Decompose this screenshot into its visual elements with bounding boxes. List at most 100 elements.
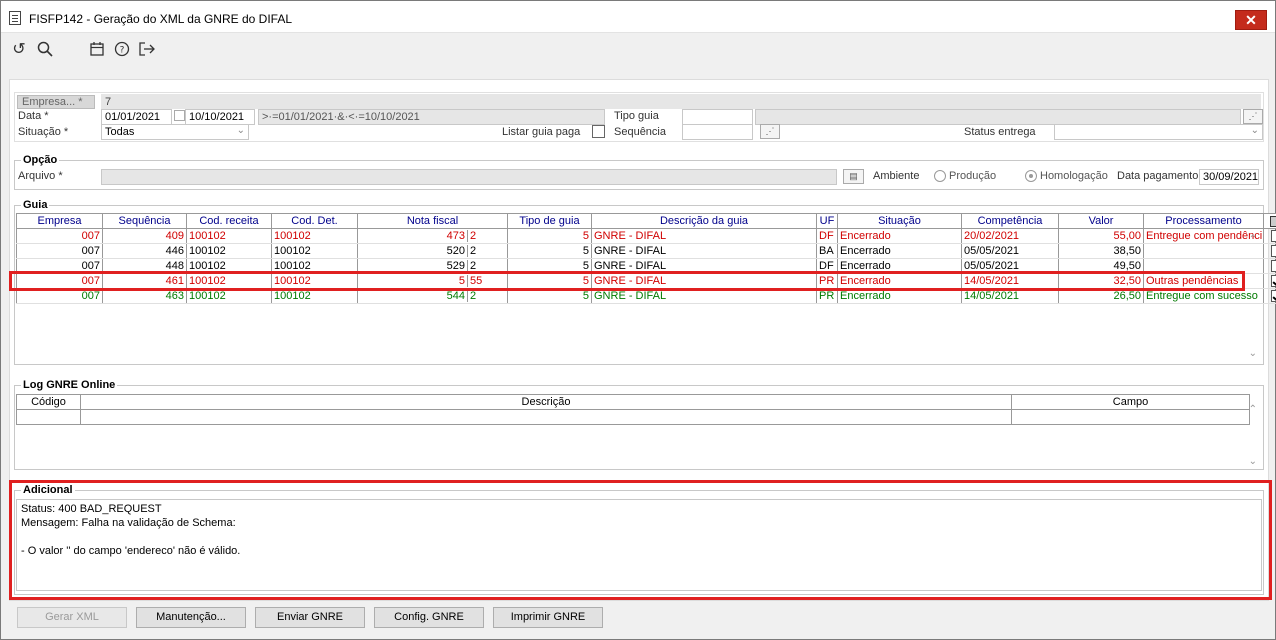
col-valor[interactable]: Valor <box>1058 213 1144 229</box>
col-campo[interactable]: Campo <box>1011 394 1250 410</box>
cell-cod-det: 100102 <box>271 228 358 244</box>
select-all-checkbox[interactable] <box>1269 215 1276 227</box>
tipo-guia-lookup-icon[interactable]: ⋰ <box>1243 109 1263 124</box>
col-cod-receita[interactable]: Cod. receita <box>186 213 272 229</box>
log-section: Log GNRE Online Código Descrição Campo ⌃… <box>14 379 1264 470</box>
imprimir-gnre-button[interactable]: Imprimir GNRE <box>493 607 603 628</box>
cell-select <box>1263 228 1276 244</box>
row-checkbox[interactable] <box>1270 275 1276 288</box>
log-legend: Log GNRE Online <box>21 379 118 391</box>
cell-nota-fiscal: 520 2 <box>357 243 508 259</box>
col-uf[interactable]: UF <box>816 213 838 229</box>
col-codigo[interactable]: Código <box>16 394 81 410</box>
data-separator-box <box>174 110 185 121</box>
cell-valor: 55,00 <box>1058 228 1144 244</box>
table-row[interactable]: 007 446 100102 100102 520 2 5 GNRE - DIFAL BA Enc… <box>16 243 1276 259</box>
col-cod-det[interactable]: Cod. Det. <box>271 213 358 229</box>
row-checkbox[interactable] <box>1270 230 1276 243</box>
log-empty-row <box>16 409 1250 425</box>
document-icon <box>9 11 21 25</box>
tipo-guia-label: Tipo guia <box>614 110 659 122</box>
scroll-up-icon[interactable]: ⌃ <box>1249 234 1257 245</box>
help-icon[interactable]: ? <box>112 39 132 59</box>
table-row[interactable]: 007 409 100102 100102 473 2 5 GNRE - DIFAL DF Enc… <box>16 228 1276 244</box>
col-situacao[interactable]: Situação <box>837 213 962 229</box>
arquivo-label: Arquivo * <box>18 170 63 182</box>
situacao-select[interactable]: Todas ⌄ <box>101 124 249 140</box>
data-pagamento-label: Data pagamento <box>1117 170 1199 182</box>
cell-valor: 38,50 <box>1058 243 1144 259</box>
cell-desc: GNRE - DIFAL <box>591 228 817 244</box>
cell-select <box>1263 273 1276 289</box>
cell-nota-fiscal: 473 2 <box>357 228 508 244</box>
status-entrega-label: Status entrega <box>964 126 1036 138</box>
col-competencia[interactable]: Competência <box>961 213 1059 229</box>
row-checkbox[interactable] <box>1270 245 1276 258</box>
cell-uf: BA <box>816 243 838 259</box>
col-log-descricao[interactable]: Descrição <box>80 394 1012 410</box>
manutencao-button[interactable]: Manutenção... <box>136 607 246 628</box>
close-button[interactable]: ✕ <box>1235 10 1267 30</box>
window-title: FISFP142 - Geração do XML da GNRE do DIF… <box>29 12 293 26</box>
cell-sit: Encerrado <box>837 243 962 259</box>
cell-seq: 446 <box>102 243 187 259</box>
cell-select <box>1263 288 1276 304</box>
col-processamento[interactable]: Processamento <box>1143 213 1264 229</box>
empresa-button[interactable]: Empresa... * <box>17 95 95 109</box>
cell-select <box>1263 258 1276 274</box>
cell-cod-rec: 100102 <box>186 228 272 244</box>
search-icon[interactable] <box>35 39 55 59</box>
exit-icon[interactable] <box>137 39 157 59</box>
data-expression: >·=01/01/2021·&·<·=10/10/2021 <box>258 109 605 125</box>
calendar-icon[interactable] <box>87 39 107 59</box>
scroll-down-icon[interactable]: ⌄ <box>1249 348 1257 359</box>
col-tipo-guia[interactable]: Tipo de guia <box>507 213 592 229</box>
highlight-adicional <box>9 480 1272 600</box>
status-entrega-select[interactable]: ⌄ <box>1054 124 1263 140</box>
cell-proc <box>1143 243 1264 259</box>
sequencia-lookup-icon[interactable]: ⋰ <box>760 124 780 139</box>
log-header-row: Código Descrição Campo <box>16 394 1250 410</box>
cell-empresa: 007 <box>16 243 103 259</box>
enviar-gnre-button[interactable]: Enviar GNRE <box>255 607 365 628</box>
cell-tipo: 5 <box>507 243 592 259</box>
cell-nf-number: 544 <box>359 290 468 302</box>
data-to-input[interactable]: 10/10/2021 <box>185 109 255 125</box>
row-checkbox[interactable] <box>1270 290 1276 303</box>
listar-guia-paga-checkbox[interactable] <box>592 125 605 138</box>
tipo-guia-input[interactable] <box>682 109 753 125</box>
cell-nf-serie: 2 <box>470 230 477 242</box>
homologacao-label: Homologação <box>1040 170 1108 182</box>
producao-radio[interactable] <box>934 170 946 182</box>
col-select-all[interactable] <box>1263 213 1276 229</box>
homologacao-radio[interactable] <box>1025 170 1037 182</box>
data-pagamento-input[interactable]: 30/09/2021 <box>1199 169 1259 185</box>
config-gnre-button[interactable]: Config. GNRE <box>374 607 484 628</box>
col-sequencia[interactable]: Sequência <box>102 213 187 229</box>
cell-cod-det: 100102 <box>271 243 358 259</box>
row-checkbox[interactable] <box>1270 260 1276 273</box>
col-descricao[interactable]: Descrição da guia <box>591 213 817 229</box>
highlight-selected-row <box>9 271 1245 291</box>
main-window: FISFP142 - Geração do XML da GNRE do DIF… <box>0 0 1276 640</box>
gerar-xml-button[interactable]: Gerar XML <box>17 607 127 628</box>
sequencia-label: Sequência <box>614 126 666 138</box>
situacao-label: Situação * <box>18 126 69 138</box>
cell-nf-serie: 2 <box>470 245 477 257</box>
cell-cod-rec: 100102 <box>186 243 272 259</box>
data-from-input[interactable]: 01/01/2021 <box>101 109 172 125</box>
svg-text:?: ? <box>120 46 125 56</box>
cell-nf-number: 473 <box>359 230 468 242</box>
col-empresa[interactable]: Empresa <box>16 213 103 229</box>
sequencia-input[interactable] <box>682 124 753 140</box>
scroll-up-icon[interactable]: ⌃ <box>1249 404 1257 415</box>
cell-select <box>1263 243 1276 259</box>
scroll-down-icon[interactable]: ⌄ <box>1249 456 1257 467</box>
cell-desc: GNRE - DIFAL <box>591 243 817 259</box>
filters-section: Empresa... * 7 Data * 01/01/2021 10/10/2… <box>14 92 1264 142</box>
arquivo-input[interactable] <box>101 169 837 185</box>
col-nota-fiscal[interactable]: Nota fiscal <box>357 213 508 229</box>
folder-icon[interactable]: ▤ <box>843 169 864 184</box>
cell-nf-number: 520 <box>359 245 468 257</box>
refresh-icon[interactable]: ↺ <box>9 39 29 59</box>
